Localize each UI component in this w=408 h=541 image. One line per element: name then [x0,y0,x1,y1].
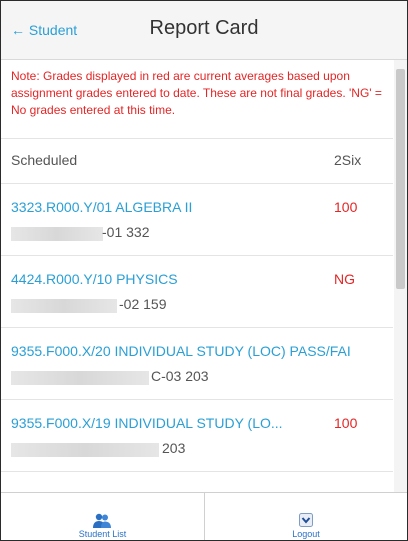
app-frame: ← Student Report Card Note: Grades displ… [0,0,408,541]
student-list-label: Student List [78,529,127,539]
chevron-down-icon [299,513,313,527]
logout-label: Logout [292,529,320,539]
grades-note: Note: Grades displayed in red are curren… [11,69,382,117]
course-grade: NG [334,271,355,287]
logout-button[interactable]: Logout [205,493,407,540]
schedule-header: Scheduled 2Six [1,138,393,184]
course-grade: 100 [334,415,358,431]
header-bar: ← Student Report Card [1,1,407,60]
course-name: 3323.R000.Y/01 ALGEBRA II [11,199,193,215]
course-row[interactable]: 9355.F000.X/20 INDIVIDUAL STUDY (LOC) PA… [1,328,393,400]
course-row[interactable]: 4424.R000.Y/10 PHYSICS NG -02 159 [1,256,393,328]
redacted-block [11,371,149,385]
course-row[interactable]: 9355.F000.X/19 INDIVIDUAL STUDY (LO... 1… [1,400,393,472]
page-title: Report Card [149,17,259,39]
redacted-block [11,227,103,241]
course-row[interactable]: 3323.R000.Y/01 ALGEBRA II 100 -01 332 [1,184,393,256]
section-code: -02 159 [119,296,167,312]
people-icon [93,513,111,528]
course-grade: 100 [334,199,358,215]
redacted-block [11,443,159,457]
grading-period-label: 2Six [334,152,362,168]
section-code: 203 [162,440,186,456]
section-code: C-03 203 [151,368,209,384]
report-card-content: Note: Grades displayed in red are curren… [1,60,393,492]
student-list-button[interactable]: Student List [1,493,205,540]
section-code: -01 332 [102,224,150,240]
course-name: 9355.F000.X/19 INDIVIDUAL STUDY (LO... [11,415,283,431]
redacted-block [11,299,117,313]
course-name: 4424.R000.Y/10 PHYSICS [11,271,178,287]
course-name: 9355.F000.X/20 INDIVIDUAL STUDY (LOC) PA… [11,343,351,359]
footer-bar: Student List Logout [1,492,407,540]
scheduled-label: Scheduled [11,152,78,168]
scrollbar-thumb[interactable] [396,69,405,289]
